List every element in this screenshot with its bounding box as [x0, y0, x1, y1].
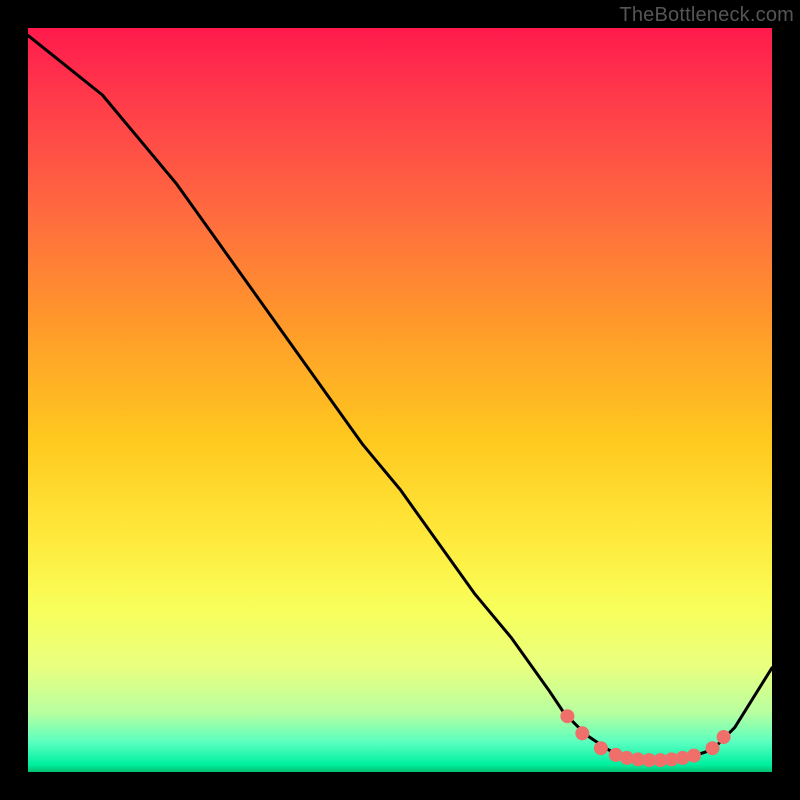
highlight-dots — [560, 709, 730, 767]
watermark-text: TheBottleneck.com — [619, 4, 794, 27]
highlight-dot — [687, 749, 701, 763]
highlight-dot — [560, 709, 574, 723]
curve-line — [28, 35, 772, 760]
highlight-dot — [717, 730, 731, 744]
curve-path — [28, 35, 772, 760]
highlight-dot — [575, 726, 589, 740]
chart-frame: TheBottleneck.com — [0, 0, 800, 800]
highlight-dot — [594, 741, 608, 755]
chart-svg — [28, 28, 772, 772]
plot-area — [28, 28, 772, 772]
highlight-dot — [706, 741, 720, 755]
